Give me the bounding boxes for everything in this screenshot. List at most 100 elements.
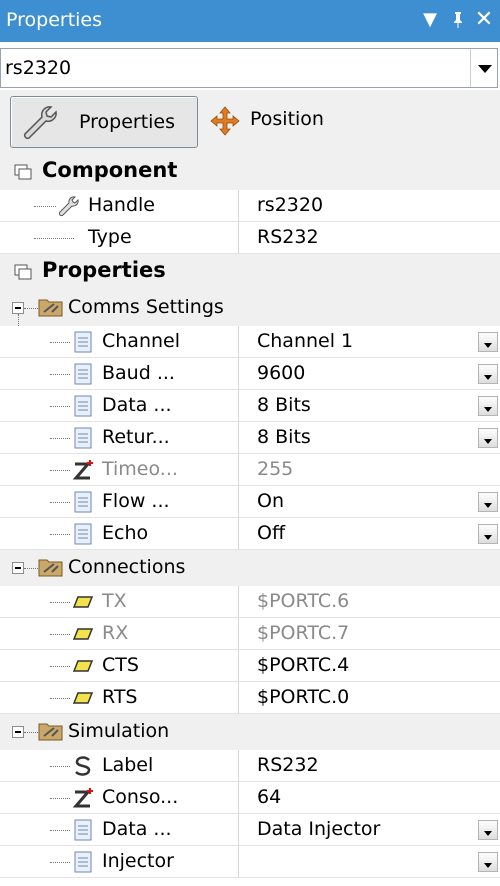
property-row-injector[interactable]: Injector xyxy=(0,846,500,878)
list-icon xyxy=(74,395,92,417)
property-row-data-bits[interactable]: Data ... 8 Bits xyxy=(0,390,500,422)
tab-position[interactable]: Position xyxy=(202,96,362,146)
property-name: Channel xyxy=(102,330,181,352)
category-icon xyxy=(14,164,32,180)
property-value: $PORTC.0 xyxy=(257,686,350,708)
property-name: Handle xyxy=(88,194,156,216)
property-value-cell[interactable]: rs2320 xyxy=(238,190,500,222)
property-row-handle[interactable]: Handle rs2320 xyxy=(0,190,500,222)
collapse-icon[interactable] xyxy=(12,562,24,574)
dropdown-button[interactable] xyxy=(478,524,498,544)
dropdown-button[interactable] xyxy=(478,492,498,512)
property-value: RS232 xyxy=(257,226,319,248)
property-row-echo[interactable]: Echo Off xyxy=(0,518,500,550)
group-connections[interactable]: Connections xyxy=(0,550,500,586)
property-row-data-injector[interactable]: Data ... Data Injector xyxy=(0,814,500,846)
property-value-cell: $PORTC.6 xyxy=(238,586,500,618)
property-value-cell[interactable]: On xyxy=(238,486,500,518)
property-value-cell[interactable] xyxy=(238,846,500,878)
property-row-flow[interactable]: Flow ... On xyxy=(0,486,500,518)
property-value-cell[interactable]: Data Injector xyxy=(238,814,500,846)
property-value: Off xyxy=(257,522,286,544)
property-value-cell[interactable]: $PORTC.0 xyxy=(238,682,500,714)
property-row-cts[interactable]: CTS $PORTC.4 xyxy=(0,650,500,682)
close-icon[interactable]: ✕ xyxy=(472,6,496,34)
folder-tools-icon xyxy=(38,559,63,577)
property-row-type[interactable]: Type RS232 xyxy=(0,222,500,254)
list-icon xyxy=(74,491,92,513)
section-properties-label: Properties xyxy=(42,258,166,282)
property-value: rs2320 xyxy=(257,194,324,216)
property-value: 9600 xyxy=(257,362,306,384)
property-value: 8 Bits xyxy=(257,426,311,448)
component-selector-value: rs2320 xyxy=(5,57,72,79)
property-value: On xyxy=(257,490,284,512)
property-value-cell[interactable]: $PORTC.4 xyxy=(238,650,500,682)
property-name: RTS xyxy=(102,686,138,708)
section-properties[interactable]: Properties xyxy=(0,254,500,290)
section-component[interactable]: Component xyxy=(0,154,500,190)
dropdown-button[interactable] xyxy=(478,428,498,448)
property-name: Timeo... xyxy=(102,458,178,480)
property-value-cell[interactable]: 8 Bits xyxy=(238,422,500,454)
tab-position-label: Position xyxy=(250,108,324,130)
tab-properties[interactable]: Properties xyxy=(10,96,198,148)
dropdown-button[interactable] xyxy=(478,364,498,384)
property-row-rx: RX $PORTC.7 xyxy=(0,618,500,650)
panel-title: Properties xyxy=(6,9,103,31)
property-value-cell[interactable]: 9600 xyxy=(238,358,500,390)
property-value: $PORTC.6 xyxy=(257,590,350,612)
property-value-cell[interactable]: RS232 xyxy=(238,222,500,254)
s-icon xyxy=(75,756,91,776)
property-row-label[interactable]: Label RS232 xyxy=(0,750,500,782)
property-value-cell[interactable]: RS232 xyxy=(238,750,500,782)
property-name: Data ... xyxy=(102,818,172,840)
property-row-rts[interactable]: RTS $PORTC.0 xyxy=(0,682,500,714)
chevron-down-icon[interactable] xyxy=(470,49,497,87)
property-value: 64 xyxy=(257,786,282,808)
dropdown-button[interactable] xyxy=(478,852,498,872)
property-name: Type xyxy=(88,226,132,248)
property-value: Channel 1 xyxy=(257,330,354,352)
wrench-icon xyxy=(58,196,79,217)
property-row-baud[interactable]: Baud ... 9600 xyxy=(0,358,500,390)
property-row-return-bits[interactable]: Retur... 8 Bits xyxy=(0,422,500,454)
property-value-cell[interactable]: 8 Bits xyxy=(238,390,500,422)
dropdown-button[interactable] xyxy=(478,396,498,416)
property-name: Data ... xyxy=(102,394,172,416)
pin-icon xyxy=(72,596,94,608)
tab-properties-label: Properties xyxy=(79,111,176,133)
property-value: 8 Bits xyxy=(257,394,311,416)
list-icon xyxy=(74,363,92,385)
panel-title-bar: Properties ▼ ✕ xyxy=(0,0,500,42)
group-simulation[interactable]: Simulation xyxy=(0,714,500,750)
property-row-channel[interactable]: Channel Channel 1 xyxy=(0,326,500,358)
list-icon xyxy=(74,331,92,353)
property-value-cell[interactable]: 64 xyxy=(238,782,500,814)
dropdown-button[interactable] xyxy=(478,332,498,352)
collapse-icon[interactable] xyxy=(12,726,24,738)
group-comms-settings[interactable]: Comms Settings xyxy=(0,290,500,326)
panel-menu-dropdown-icon[interactable]: ▼ xyxy=(418,6,442,34)
component-selector[interactable]: rs2320 xyxy=(0,48,498,88)
property-value-cell[interactable]: Channel 1 xyxy=(238,326,500,358)
pin-icon[interactable] xyxy=(446,6,470,34)
z-plus-icon xyxy=(72,788,93,808)
property-value-cell: $PORTC.7 xyxy=(238,618,500,650)
property-name: Flow ... xyxy=(102,490,170,512)
folder-tools-icon xyxy=(38,723,63,741)
property-value-cell[interactable]: Off xyxy=(238,518,500,550)
group-comms-settings-label: Comms Settings xyxy=(68,296,224,318)
property-value: RS232 xyxy=(257,754,319,776)
collapse-icon[interactable] xyxy=(12,302,24,314)
pin-icon xyxy=(72,692,94,704)
dropdown-button[interactable] xyxy=(478,820,498,840)
property-row-console[interactable]: Conso... 64 xyxy=(0,782,500,814)
property-value: $PORTC.4 xyxy=(257,654,350,676)
property-row-tx: TX $PORTC.6 xyxy=(0,586,500,618)
property-name: Retur... xyxy=(102,426,170,448)
list-icon xyxy=(74,819,92,841)
property-value-cell: 255 xyxy=(238,454,500,486)
list-icon xyxy=(74,851,92,873)
group-connections-label: Connections xyxy=(68,556,186,578)
